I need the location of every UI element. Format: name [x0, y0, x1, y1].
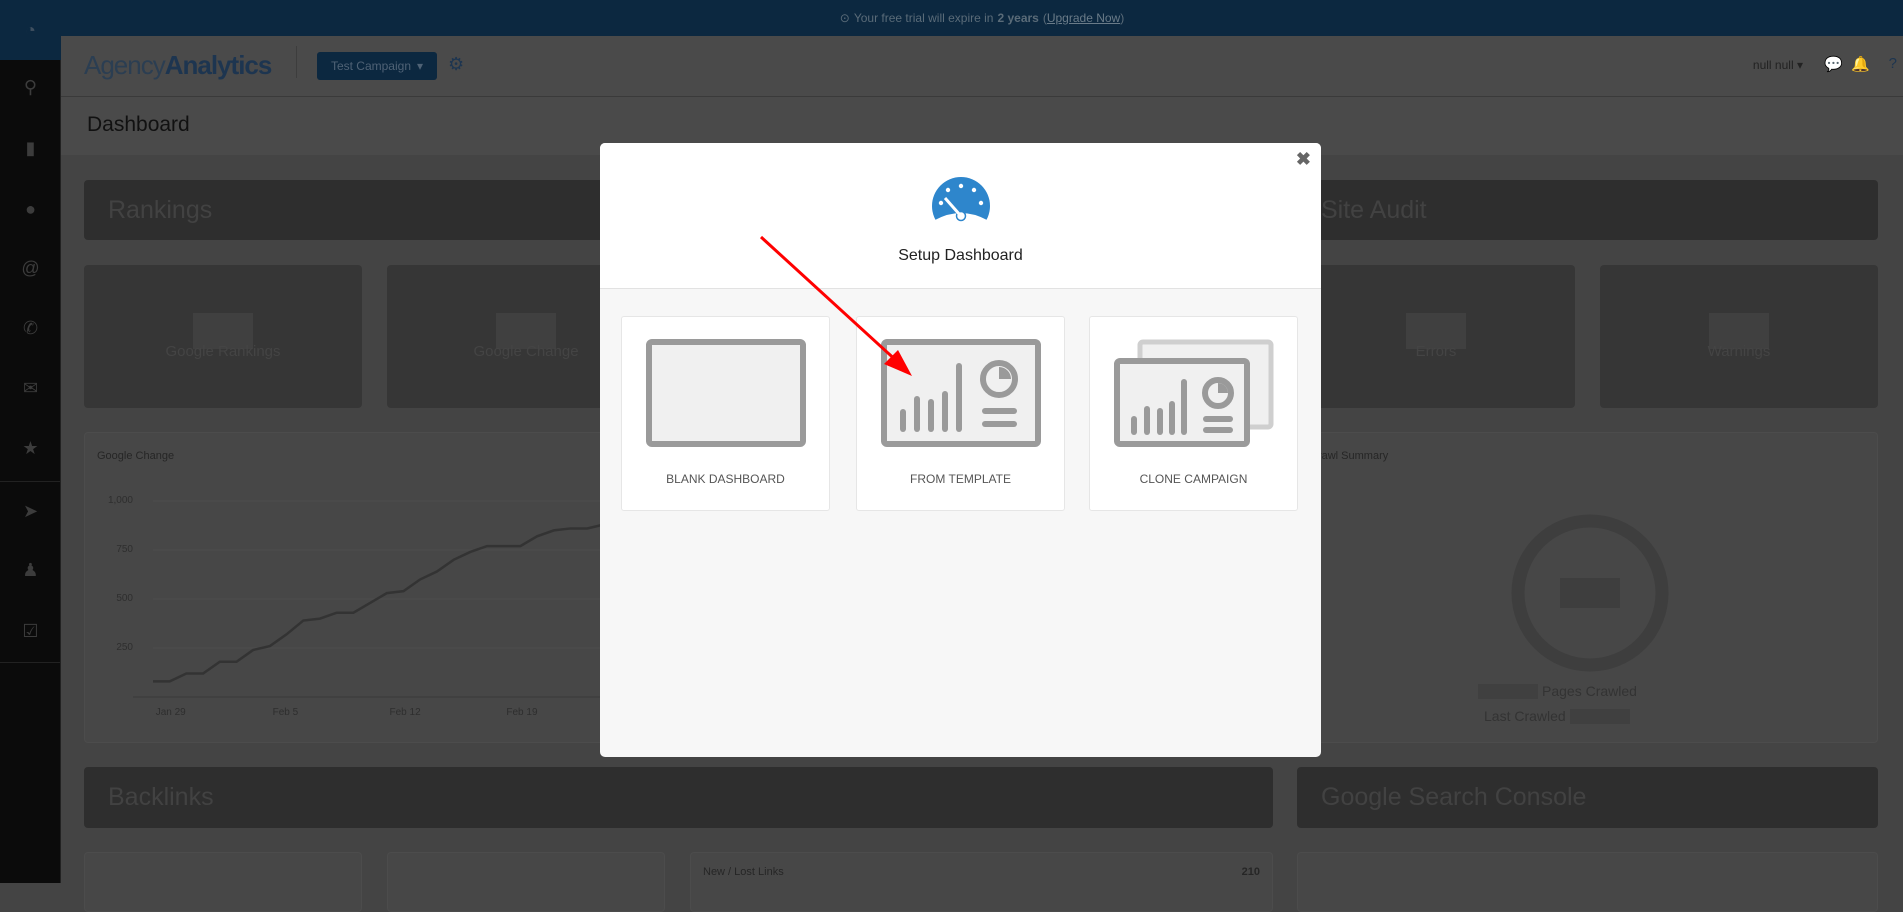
divider [296, 46, 297, 78]
section-title: Google Search Console [1321, 783, 1587, 811]
warnings-card[interactable]: Warnings [1600, 265, 1878, 408]
bell-icon[interactable]: 🔔 [1851, 55, 1870, 73]
speedometer-icon [932, 177, 990, 236]
template-dashboard-icon [881, 339, 1041, 447]
trial-duration: 2 years [997, 11, 1039, 25]
card-label: Google Rankings [165, 343, 281, 360]
section-title: Site Audit [1321, 195, 1427, 224]
trial-text: Your free trial will expire in [853, 11, 994, 25]
user-menu[interactable]: null null ▾ [1753, 58, 1803, 72]
option-label: BLANK DASHBOARD [666, 472, 785, 486]
option-label: FROM TEMPLATE [910, 472, 1011, 486]
crawl-donut [1511, 514, 1669, 672]
logo-text-bold: Analytics [164, 50, 273, 80]
divider [0, 481, 61, 482]
card-label: Warnings [1707, 343, 1771, 360]
user-name: null null [1752, 58, 1794, 72]
clock-icon: ⊙ [839, 11, 850, 25]
star-icon[interactable]: ★ [0, 428, 61, 468]
value-placeholder [1478, 683, 1538, 699]
dashboard-icon[interactable]: ◔ [0, 0, 61, 60]
chat-icon[interactable]: 💬 [1824, 55, 1843, 73]
logo-text: Agency [84, 50, 166, 80]
upgrade-link[interactable]: Upgrade Now [1047, 11, 1120, 25]
bar-chart-icon[interactable]: ▮ [0, 128, 61, 168]
phone-icon[interactable]: ✆ [0, 308, 61, 348]
blank-dashboard-option[interactable]: BLANK DASHBOARD [621, 316, 830, 511]
from-template-option[interactable]: FROM TEMPLATE [856, 316, 1065, 511]
user-icon[interactable]: ♟ [0, 550, 61, 590]
pages-crawled: Pages Crawled [1478, 683, 1637, 699]
paper-plane-icon[interactable]: ➤ [0, 491, 61, 531]
caret-down-icon: ▾ [1796, 58, 1803, 72]
value-placeholder [1560, 578, 1620, 608]
errors-card[interactable]: Errors [1297, 265, 1575, 408]
logo[interactable]: AgencyAnalytics [84, 50, 273, 81]
clipboard-check-icon[interactable]: ☑ [0, 611, 61, 651]
value-placeholder [1569, 708, 1630, 724]
links-count: 210 [1241, 866, 1260, 878]
last-label: Last Crawled [1484, 708, 1566, 724]
setup-dashboard-modal: ✖ Setup Dashboard BLANK DASHBOARD FROM T… [600, 143, 1321, 757]
clone-dashboard-icon [1114, 339, 1274, 447]
backlinks-card [387, 852, 665, 912]
gsc-header: Google Search Console [1297, 767, 1878, 828]
google-rankings-card[interactable]: Google Rankings [84, 265, 362, 408]
modal-header: ✖ Setup Dashboard [600, 143, 1321, 289]
close-icon[interactable]: ✖ [1296, 149, 1311, 170]
trial-banner: ⊙ Your free trial will expire in 2 years… [61, 0, 1903, 36]
backlinks-header: Backlinks [84, 767, 1273, 828]
pages-label: Pages Crawled [1542, 683, 1637, 699]
series-line [153, 519, 621, 683]
clone-campaign-option[interactable]: CLONE CAMPAIGN [1089, 316, 1298, 511]
backlinks-card [84, 852, 362, 912]
new-lost-links-panel: New / Lost Links 210 [690, 852, 1273, 912]
site-audit-header: Site Audit [1297, 180, 1878, 240]
caret-down-icon: ▾ [417, 59, 424, 73]
gsc-card [1297, 852, 1878, 912]
modal-title: Setup Dashboard [898, 247, 1023, 264]
section-title: Rankings [108, 195, 213, 224]
last-crawled: Last Crawled [1484, 708, 1630, 724]
paren: (Upgrade Now) [1042, 11, 1125, 25]
option-label: CLONE CAMPAIGN [1139, 472, 1248, 486]
help-icon[interactable]: ? [1889, 55, 1897, 72]
envelope-icon[interactable]: ✉ [0, 368, 61, 408]
panel-title: Crawl Summary [1310, 450, 1389, 462]
sidebar: ◔ ⚲ ▮ ● @ ✆ ✉ ★ ➤ ♟ ☑ [0, 0, 61, 883]
comment-icon[interactable]: ● [0, 189, 61, 229]
card-label: Errors [1415, 343, 1457, 360]
blank-screen-icon [646, 339, 806, 447]
search-icon[interactable]: ⚲ [0, 67, 61, 107]
divider [0, 662, 61, 663]
panel-title: New / Lost Links [703, 866, 784, 878]
at-icon[interactable]: @ [0, 248, 61, 288]
page-title: Dashboard [87, 113, 190, 136]
card-label: Google Change [473, 343, 579, 360]
campaign-dropdown[interactable]: Test Campaign ▾ [317, 52, 437, 80]
top-header: AgencyAnalytics Test Campaign ▾ ⚙ null nu… [61, 36, 1903, 97]
campaign-label: Test Campaign [330, 59, 411, 73]
gear-icon[interactable]: ⚙ [448, 54, 464, 75]
section-title: Backlinks [108, 783, 214, 811]
crawl-summary-panel: Crawl Summary Pages Crawled Last Crawled [1297, 432, 1878, 743]
